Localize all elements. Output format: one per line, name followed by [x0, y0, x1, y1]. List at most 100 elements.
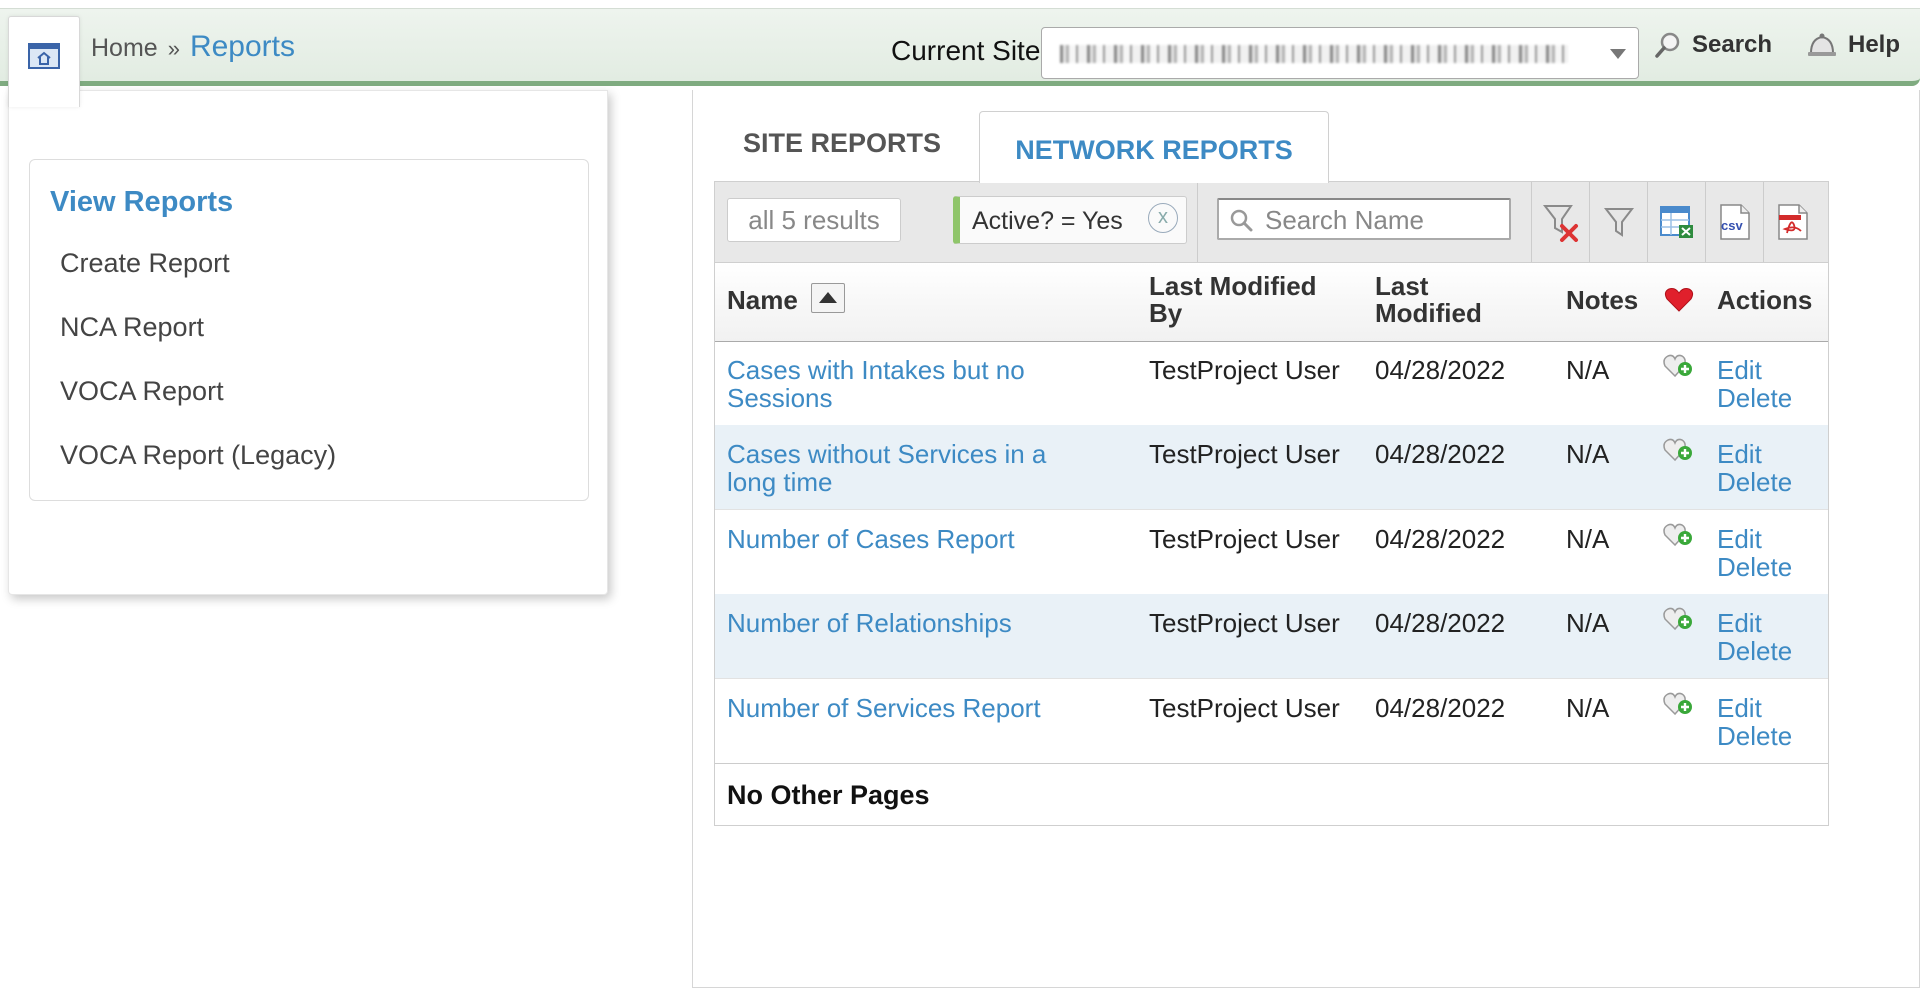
- column-header-name[interactable]: Name: [727, 287, 798, 314]
- last-modified-date-cell: 04/28/2022: [1375, 355, 1506, 385]
- column-header-last-modified-line2: Modified: [1375, 298, 1482, 328]
- actions-cell: Edit Delete: [1717, 525, 1792, 581]
- table-row: Cases without Services in a long time Test…: [715, 425, 1828, 511]
- report-name-line: long time: [727, 467, 833, 498]
- magnifier-icon: [1655, 32, 1680, 58]
- report-name-link[interactable]: Number of Cases Report: [727, 525, 1107, 553]
- table-row: Cases with Intakes but no Sessions TestPro…: [715, 341, 1828, 426]
- csv-export-icon: csv: [1719, 204, 1750, 240]
- report-nav-box: View Reports Create Report NCA Report VO…: [29, 159, 589, 501]
- edit-link[interactable]: Edit: [1717, 525, 1792, 553]
- home-tab[interactable]: [8, 16, 80, 107]
- report-name-link[interactable]: Cases with Intakes but no Sessions: [727, 356, 1107, 412]
- add-favorite-icon[interactable]: [1663, 353, 1695, 386]
- table-row: Number of Services Report TestProject Use…: [715, 679, 1828, 764]
- column-header-last-modified-by[interactable]: Last Modified By: [1149, 273, 1317, 327]
- column-header-notes[interactable]: Notes: [1566, 287, 1638, 314]
- pdf-export-button[interactable]: [1763, 182, 1821, 262]
- actions-cell: Edit Delete: [1717, 694, 1792, 750]
- current-site-label: Current Site: [891, 35, 1041, 66]
- report-name-line: Cases with Intakes but no: [727, 355, 1025, 385]
- home-icon[interactable]: [27, 41, 61, 71]
- column-header-last-modified-by-line2: By: [1149, 298, 1183, 328]
- table-row: Number of Relationships TestProject User 0…: [715, 594, 1828, 680]
- delete-link[interactable]: Delete: [1717, 384, 1792, 412]
- table-header: Name Last Modified By Last Modified Note…: [715, 263, 1828, 342]
- report-name-line: Cases without Services in a: [727, 439, 1047, 470]
- sort-ascending-button[interactable]: [811, 283, 845, 313]
- sidebar-item-create-report[interactable]: Create Report: [60, 248, 230, 279]
- header-search-label: Search: [1692, 31, 1773, 58]
- edit-link[interactable]: Edit: [1717, 440, 1792, 468]
- current-site-select[interactable]: [1041, 27, 1639, 79]
- filter-icon: [1603, 208, 1634, 237]
- breadcrumb-current: Reports: [189, 30, 295, 63]
- sidebar-item-voca-report-legacy[interactable]: VOCA Report (Legacy): [60, 440, 336, 471]
- last-modified-by-cell: TestProject User: [1149, 355, 1340, 385]
- sidebar-item-voca-report[interactable]: VOCA Report: [60, 376, 224, 407]
- active-filter-chip: Active? = Yes x: [953, 196, 1187, 244]
- remove-filter-button[interactable]: x: [1148, 203, 1178, 233]
- table-footer: No Other Pages: [715, 763, 1828, 825]
- breadcrumb: Home » Reports: [91, 30, 295, 64]
- add-favorite-icon[interactable]: [1663, 691, 1695, 724]
- search-name-field[interactable]: [1217, 198, 1511, 240]
- csv-export-button[interactable]: csv: [1705, 182, 1763, 262]
- pdf-export-icon: [1777, 204, 1808, 240]
- notes-cell: N/A: [1566, 439, 1610, 470]
- report-name-link[interactable]: Cases without Services in a long time: [727, 440, 1107, 496]
- excel-export-button[interactable]: [1647, 182, 1705, 262]
- view-reports-link[interactable]: View Reports: [50, 186, 233, 219]
- add-favorite-icon[interactable]: [1663, 522, 1695, 555]
- breadcrumb-home-link[interactable]: Home: [91, 34, 158, 63]
- actions-cell: Edit Delete: [1717, 609, 1792, 665]
- delete-link[interactable]: Delete: [1717, 637, 1792, 665]
- edit-link[interactable]: Edit: [1717, 694, 1792, 722]
- clear-filter-icon: [1542, 205, 1578, 242]
- last-modified-date-cell: 04/28/2022: [1375, 439, 1506, 470]
- delete-link[interactable]: Delete: [1717, 722, 1792, 750]
- header-help-label: Help: [1848, 31, 1901, 58]
- column-header-actions: Actions: [1717, 285, 1813, 315]
- notes-cell: N/A: [1566, 523, 1610, 554]
- sidebar-item-nca-report[interactable]: NCA Report: [60, 312, 204, 343]
- column-header-last-modified-by-line1: Last Modified: [1149, 271, 1317, 301]
- add-favorite-icon[interactable]: [1663, 437, 1695, 470]
- filter-chip-label: Active? = Yes: [972, 207, 1123, 235]
- breadcrumb-separator: »: [167, 36, 180, 61]
- report-name-link[interactable]: Number of Relationships: [727, 609, 1107, 637]
- filter-button[interactable]: [1589, 182, 1647, 262]
- search-icon: [1230, 209, 1253, 232]
- table-toolbar: all 5 results Active? = Yes x Search Nam…: [714, 181, 1829, 263]
- chevron-down-icon: [1610, 49, 1626, 59]
- delete-link[interactable]: Delete: [1717, 553, 1792, 581]
- tab-site-reports[interactable]: SITE REPORTS: [743, 128, 941, 159]
- add-favorite-icon[interactable]: [1663, 606, 1695, 639]
- column-header-last-modified[interactable]: Last Modified: [1375, 273, 1482, 327]
- delete-link[interactable]: Delete: [1717, 468, 1792, 496]
- actions-cell: Edit Delete: [1717, 440, 1792, 496]
- notes-cell: N/A: [1566, 692, 1610, 723]
- actions-cell: Edit Delete: [1717, 356, 1792, 412]
- last-modified-by-cell: TestProject User: [1149, 523, 1340, 554]
- tab-network-reports[interactable]: NETWORK REPORTS: [979, 111, 1329, 183]
- results-count: all 5 results: [727, 198, 901, 242]
- report-name-line: Number of Relationships: [727, 608, 1012, 639]
- edit-link[interactable]: Edit: [1717, 609, 1792, 637]
- clear-filter-button[interactable]: [1531, 182, 1589, 262]
- report-name-link[interactable]: Number of Services Report: [727, 694, 1107, 722]
- last-modified-date-cell: 04/28/2022: [1375, 523, 1506, 554]
- left-sidebar-panel: View Reports Create Report NCA Report VO…: [8, 90, 608, 595]
- table-row: Number of Cases Report TestProject User 04…: [715, 510, 1828, 595]
- notes-cell: N/A: [1566, 608, 1610, 639]
- header-help-link[interactable]: Help: [1806, 31, 1900, 59]
- last-modified-by-cell: TestProject User: [1149, 608, 1340, 639]
- notes-cell: N/A: [1566, 355, 1610, 385]
- last-modified-by-cell: TestProject User: [1149, 439, 1340, 470]
- column-header-last-modified-line1: Last: [1375, 271, 1429, 301]
- bell-icon: [1808, 33, 1836, 56]
- header-search-link[interactable]: Search: [1654, 31, 1772, 59]
- edit-link[interactable]: Edit: [1717, 356, 1792, 384]
- search-name-input[interactable]: [1263, 204, 1503, 236]
- report-name-line: Sessions: [727, 383, 833, 413]
